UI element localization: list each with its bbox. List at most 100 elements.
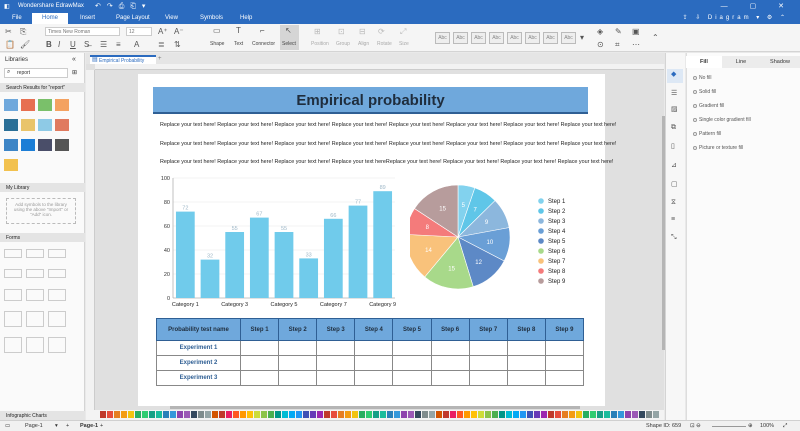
- table-cell[interactable]: [392, 355, 432, 371]
- color-swatch[interactable]: [436, 411, 442, 418]
- table-cell[interactable]: [316, 370, 356, 386]
- new-tab-icon[interactable]: +: [158, 56, 162, 62]
- symbol-report-2[interactable]: [21, 99, 35, 111]
- symbol-report-3[interactable]: [38, 99, 52, 111]
- history-icon[interactable]: ⧖: [671, 199, 676, 207]
- color-swatch[interactable]: [513, 411, 519, 418]
- color-swatch[interactable]: [471, 411, 477, 418]
- color-swatch[interactable]: [506, 411, 512, 418]
- header-step-9[interactable]: Step 9: [544, 318, 585, 341]
- color-swatch[interactable]: [583, 411, 589, 418]
- paragraph-1[interactable]: Replace your text here! Replace your tex…: [160, 122, 616, 128]
- crop-icon[interactable]: ⌗: [615, 40, 620, 50]
- data-icon[interactable]: ⊿: [671, 161, 677, 169]
- color-swatch[interactable]: [268, 411, 274, 418]
- header-step-3[interactable]: Step 3: [316, 318, 356, 341]
- color-swatch[interactable]: [205, 411, 211, 418]
- color-swatch[interactable]: [121, 411, 127, 418]
- color-swatch[interactable]: [177, 411, 183, 418]
- header-step-4[interactable]: Step 4: [354, 318, 394, 341]
- option-pattern-fill[interactable]: Pattern fill: [693, 131, 721, 137]
- form-template-2[interactable]: [26, 249, 44, 258]
- color-swatch[interactable]: [443, 411, 449, 418]
- table-cell[interactable]: [430, 370, 470, 386]
- tab-fill[interactable]: Fill: [686, 56, 722, 68]
- color-swatch[interactable]: [499, 411, 505, 418]
- style-preset-4[interactable]: Abc: [489, 32, 504, 44]
- fit-page-icon[interactable]: ⊡ ⊖: [690, 423, 701, 429]
- color-swatch[interactable]: [338, 411, 344, 418]
- table-cell[interactable]: [506, 340, 546, 356]
- color-swatch[interactable]: [156, 411, 162, 418]
- color-swatch[interactable]: [114, 411, 120, 418]
- color-swatch[interactable]: [345, 411, 351, 418]
- symbol-report-6[interactable]: [21, 119, 35, 131]
- fill-icon[interactable]: ◈: [597, 27, 603, 36]
- table-cell[interactable]: [316, 355, 356, 371]
- style-preset-5[interactable]: Abc: [507, 32, 522, 44]
- menu-file[interactable]: File: [12, 15, 22, 21]
- window-controls[interactable]: — ▢ ✕: [721, 2, 794, 10]
- form-template-4[interactable]: [4, 269, 22, 278]
- color-swatch[interactable]: [296, 411, 302, 418]
- color-swatch[interactable]: [128, 411, 134, 418]
- table-cell[interactable]: [354, 370, 394, 386]
- color-swatch[interactable]: [149, 411, 155, 418]
- table-cell[interactable]: [278, 355, 318, 371]
- color-swatch[interactable]: [639, 411, 645, 418]
- color-swatch[interactable]: [394, 411, 400, 418]
- menu-right-group[interactable]: ⇪ ⇩ Diagram ▾ ⚙ ⌃: [683, 14, 789, 21]
- document-tab[interactable]: Empirical Probability: [90, 55, 156, 64]
- color-swatch[interactable]: [352, 411, 358, 418]
- color-swatch[interactable]: [597, 411, 603, 418]
- symbol-report-4[interactable]: [55, 99, 69, 111]
- style-preset-2[interactable]: Abc: [453, 32, 468, 44]
- radio-icon[interactable]: [693, 131, 697, 136]
- table-cell[interactable]: [316, 340, 356, 356]
- color-swatch[interactable]: [303, 411, 309, 418]
- color-swatch[interactable]: [464, 411, 470, 418]
- menu-page-layout[interactable]: Page Layout: [116, 15, 150, 21]
- form-template-1[interactable]: [4, 249, 22, 258]
- page-title[interactable]: Empirical probability: [153, 87, 588, 114]
- paste-icon[interactable]: 📋: [5, 40, 15, 49]
- page-selector[interactable]: Page-1: [25, 423, 43, 429]
- table-cell[interactable]: [354, 340, 394, 356]
- symbol-report-10[interactable]: [21, 139, 35, 151]
- table-cell[interactable]: [239, 340, 280, 356]
- menu-view[interactable]: View: [165, 15, 178, 21]
- color-swatch[interactable]: [618, 411, 624, 418]
- color-swatch[interactable]: [142, 411, 148, 418]
- color-swatch[interactable]: [366, 411, 372, 418]
- table-cell[interactable]: [239, 370, 280, 386]
- color-swatch[interactable]: [191, 411, 197, 418]
- option-single-color-gradient[interactable]: Single color gradient fill: [693, 117, 751, 123]
- connector-icon[interactable]: ⌐: [260, 26, 265, 35]
- quick-access-icons[interactable]: ↶↷⎙⎗▾: [95, 2, 151, 11]
- add-page-tab-icon[interactable]: +: [100, 423, 103, 429]
- table-cell[interactable]: [392, 370, 432, 386]
- connector-tool-label[interactable]: Connector: [252, 41, 275, 47]
- header-step-7[interactable]: Step 7: [468, 318, 508, 341]
- color-swatch[interactable]: [331, 411, 337, 418]
- row-experiment-1[interactable]: Experiment 1: [156, 340, 241, 356]
- style-preset-7[interactable]: Abc: [543, 32, 558, 44]
- shrink-font-icon[interactable]: A⁻: [174, 27, 184, 36]
- shape-icon[interactable]: ▭: [213, 26, 221, 35]
- section-search-results[interactable]: Search Results for "report": [0, 83, 85, 92]
- table-cell[interactable]: [468, 370, 508, 386]
- shadow-icon[interactable]: ▣: [632, 27, 640, 36]
- bar-chart[interactable]: 0 20 40 60 80 100 72 Category 1 32 55 Category 3 67…: [155, 170, 405, 310]
- layers-icon[interactable]: ⧉: [671, 124, 676, 132]
- italic-icon[interactable]: I: [58, 40, 60, 49]
- header-step-8[interactable]: Step 8: [506, 318, 546, 341]
- list-icon[interactable]: ☰: [100, 40, 107, 49]
- color-swatch[interactable]: [520, 411, 526, 418]
- text-align-icon[interactable]: ≣: [158, 40, 165, 49]
- table-cell[interactable]: [430, 340, 470, 356]
- horizontal-scrollbar[interactable]: [170, 406, 580, 409]
- style-preset-3[interactable]: Abc: [471, 32, 486, 44]
- underline-icon[interactable]: U: [70, 40, 76, 49]
- header-step-1[interactable]: Step 1: [239, 318, 280, 341]
- probability-table[interactable]: Probability test name Step 1 Step 2 Step…: [156, 318, 585, 386]
